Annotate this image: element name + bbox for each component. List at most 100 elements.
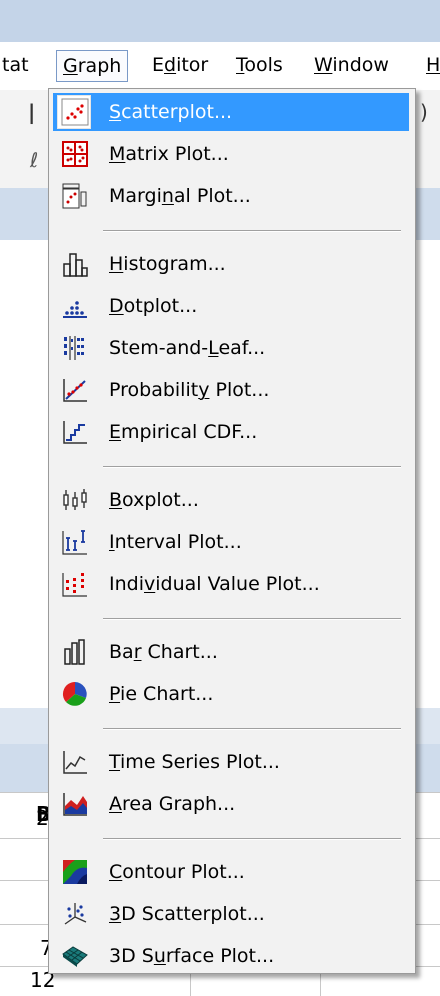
- label-part: atrix Plot...: [125, 143, 229, 165]
- label-part: idual Value Plot...: [155, 573, 320, 595]
- menu-item-label: Contour Plot...: [109, 859, 245, 885]
- menu-item-label: 3D Surface Plot...: [109, 943, 274, 969]
- contour-plot-icon: [61, 858, 89, 886]
- label-mnemonic: L: [208, 337, 219, 359]
- toolbar-separator-icon: |: [28, 100, 36, 124]
- label-part: ontour Plot...: [122, 861, 245, 883]
- label-mnemonic: u: [153, 945, 166, 967]
- menu-separator: [103, 230, 401, 232]
- menu-separator: [103, 618, 401, 620]
- menu-window[interactable]: Window: [314, 52, 389, 78]
- label-mnemonic: 3: [109, 903, 122, 925]
- histogram-icon: [61, 250, 89, 278]
- menu-item-label: Area Graph...: [109, 791, 235, 817]
- interval-plot-icon: [61, 528, 89, 556]
- menu-item-label: Empirical CDF...: [109, 419, 257, 445]
- menu-item-label: Interval Plot...: [109, 529, 242, 555]
- menu-item-label: Histogram...: [109, 251, 226, 277]
- menu-item-label: Boxplot...: [109, 487, 199, 513]
- boxplot-icon: [61, 486, 89, 514]
- menu-item-time-series-plot[interactable]: Time Series Plot...: [53, 743, 409, 781]
- menu-item-interval-plot[interactable]: Interval Plot...: [53, 523, 409, 561]
- menu-editor-pre: E: [152, 54, 165, 76]
- label-part: nterval Plot...: [114, 531, 242, 553]
- menu-window-mnemonic: W: [314, 54, 333, 76]
- menu-editor[interactable]: Editor: [152, 52, 208, 78]
- menu-item-label: Matrix Plot...: [109, 141, 229, 167]
- label-part: Probabilit: [109, 379, 199, 401]
- menu-item-scatterplot[interactable]: Scatterplot...: [53, 93, 409, 131]
- area-graph-icon: [61, 790, 89, 818]
- column-number: 2: [36, 806, 49, 830]
- menu-stat[interactable]: tat: [2, 52, 29, 78]
- graph-menu: Scatterplot... Matrix Plot... Marginal P…: [48, 88, 416, 974]
- label-part: Stem-and-: [109, 337, 209, 359]
- label-mnemonic: B: [109, 489, 123, 511]
- matrix-plot-icon: [61, 140, 89, 168]
- empirical-cdf-icon: [61, 418, 89, 446]
- label-mnemonic: P: [109, 683, 121, 705]
- label-mnemonic: M: [109, 143, 126, 165]
- 3d-surface-plot-icon: [61, 942, 89, 970]
- menu-item-label: Scatterplot...: [109, 99, 232, 125]
- menu-item-label: Stem-and-Leaf...: [109, 335, 265, 361]
- menu-window-rest: indow: [332, 54, 389, 76]
- menu-tools[interactable]: Tools: [236, 52, 283, 78]
- menu-item-label: Time Series Plot...: [109, 749, 280, 775]
- label-part: ie Chart...: [120, 683, 214, 705]
- individual-value-plot-icon: [61, 570, 89, 598]
- label-part: mpirical CDF...: [121, 421, 258, 443]
- dotplot-icon: [61, 292, 89, 320]
- menu-item-dotplot[interactable]: Dotplot...: [53, 287, 409, 325]
- time-series-plot-icon: [61, 748, 89, 776]
- menu-help[interactable]: H: [426, 52, 440, 78]
- menu-item-label: Bar Chart...: [109, 639, 218, 665]
- menu-item-boxplot[interactable]: Boxplot...: [53, 481, 409, 519]
- 3d-scatterplot-icon: [61, 900, 89, 928]
- menu-item-3d-scatterplot[interactable]: 3D Scatterplot...: [53, 895, 409, 933]
- toolbar-button-icon[interactable]: ): [420, 100, 428, 124]
- label-mnemonic: S: [109, 101, 122, 123]
- menu-graph-rest: raph: [77, 55, 122, 77]
- menu-separator: [103, 838, 401, 840]
- menu-item-area-graph[interactable]: Area Graph...: [53, 785, 409, 823]
- menu-item-probability-plot[interactable]: Probability Plot...: [53, 371, 409, 409]
- label-part: Ba: [109, 641, 134, 663]
- menu-item-label: Dotplot...: [109, 293, 197, 319]
- menu-bar: tat Graph Editor Tools Window H: [0, 42, 440, 91]
- menu-editor-rest: itor: [176, 54, 209, 76]
- scatterplot-icon: [61, 98, 89, 126]
- menu-item-contour-plot[interactable]: Contour Plot...: [53, 853, 409, 891]
- menu-item-marginal-plot[interactable]: Marginal Plot...: [53, 177, 409, 215]
- label-mnemonic: T: [109, 751, 121, 773]
- menu-editor-mnemonic: d: [164, 54, 177, 76]
- menu-item-stem-and-leaf[interactable]: Stem-and-Leaf...: [53, 329, 409, 367]
- menu-item-label: Probability Plot...: [109, 377, 269, 403]
- menu-item-empirical-cdf[interactable]: Empirical CDF...: [53, 413, 409, 451]
- pen-icon[interactable]: ℓ: [30, 148, 38, 172]
- label-part: otplot...: [123, 295, 198, 317]
- pie-chart-icon: [61, 680, 89, 708]
- label-part: 3D S: [109, 945, 154, 967]
- menu-item-label: Individual Value Plot...: [109, 571, 320, 597]
- label-part: al Plot...: [173, 185, 251, 207]
- menu-item-bar-chart[interactable]: Bar Chart...: [53, 633, 409, 671]
- menu-item-3d-surface-plot[interactable]: 3D Surface Plot...: [53, 937, 409, 975]
- menu-item-matrix-plot[interactable]: Matrix Plot...: [53, 135, 409, 173]
- label-part: istogram...: [123, 253, 226, 275]
- label-part: rface Plot...: [165, 945, 275, 967]
- menu-item-pie-chart[interactable]: Pie Chart...: [53, 675, 409, 713]
- menu-item-histogram[interactable]: Histogram...: [53, 245, 409, 283]
- label-part: D Scatterplot...: [121, 903, 265, 925]
- bar-chart-icon: [61, 638, 89, 666]
- menu-help-mnemonic: H: [426, 54, 440, 76]
- label-mnemonic: A: [109, 793, 122, 815]
- label-mnemonic: v: [144, 573, 156, 595]
- menu-tools-rest: ools: [244, 54, 283, 76]
- label-part: catterplot...: [121, 101, 233, 123]
- label-part: eaf...: [218, 337, 266, 359]
- menu-item-individual-value-plot[interactable]: Individual Value Plot...: [53, 565, 409, 603]
- label-part: Indi: [109, 573, 144, 595]
- probability-plot-icon: [61, 376, 89, 404]
- menu-graph[interactable]: Graph: [56, 50, 129, 82]
